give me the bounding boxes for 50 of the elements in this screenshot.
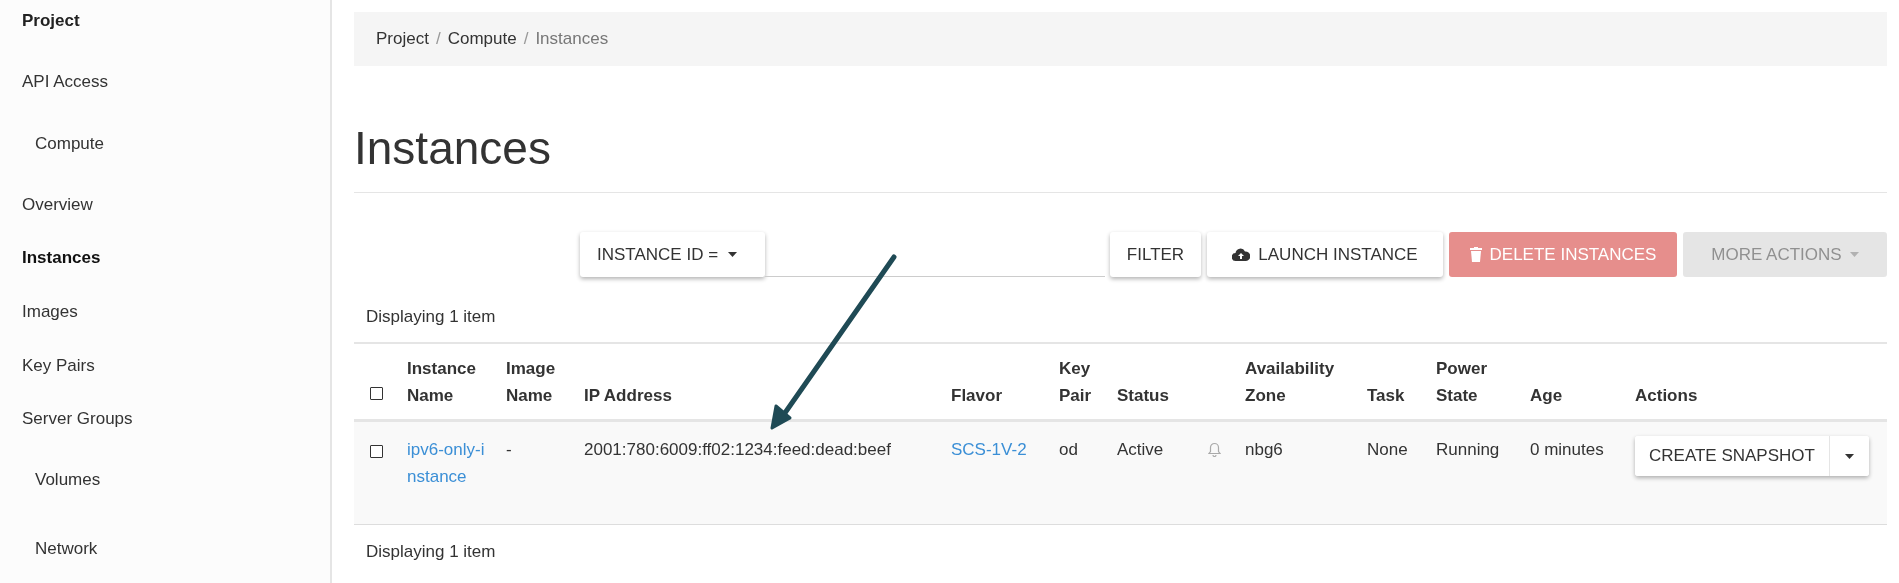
sidebar-section[interactable]: Network (22, 535, 98, 562)
sidebar-section[interactable]: Compute (22, 130, 104, 157)
column-header: Key Pair (1059, 359, 1092, 405)
sidebar-section[interactable]: Volumes (22, 467, 101, 493)
column-header: Image Name (506, 359, 556, 405)
trash-icon (1469, 247, 1482, 262)
breadcrumb-current: Instances (535, 28, 609, 51)
column-header: Instance Name (407, 359, 476, 405)
column-header: Task (1367, 386, 1405, 405)
sidebar-item[interactable]: Overview (22, 191, 93, 218)
table-cell-text: Active (1117, 439, 1164, 461)
dropdown-toggle[interactable] (1828, 436, 1869, 476)
sidebar-item[interactable]: Server Groups (22, 406, 133, 432)
table-cell-text: od (1059, 439, 1078, 461)
breadcrumb-link[interactable]: Compute (447, 26, 517, 52)
column-header: Flavor (951, 386, 1003, 405)
column-header: Actions (1635, 386, 1698, 405)
toolbar-button[interactable]: LAUNCH INSTANCE (1207, 232, 1443, 277)
sidebar-heading: Project (22, 9, 80, 32)
toolbar-button[interactable]: FILTER (1110, 232, 1201, 277)
sidebar-item[interactable]: Images (22, 298, 78, 325)
checkbox[interactable] (370, 445, 383, 458)
caret-icon (1844, 453, 1854, 459)
breadcrumb-link[interactable]: Project (376, 26, 429, 52)
checkbox[interactable] (370, 386, 383, 400)
column-header: Availability Zone (1245, 359, 1335, 405)
sidebar-item[interactable]: Key Pairs (22, 352, 95, 379)
column-header: Status (1117, 386, 1169, 405)
create-snapshot-button[interactable]: CREATE SNAPSHOT (1635, 436, 1829, 476)
caret-icon (728, 252, 738, 257)
column-header: Age (1530, 386, 1563, 405)
caret-icon (1849, 252, 1859, 257)
filter-dropdown[interactable]: INSTANCE ID = (580, 232, 765, 277)
breadcrumb-separator: / (434, 28, 442, 51)
breadcrumb-separator: / (522, 28, 530, 51)
column-header: IP Address (584, 386, 672, 405)
column-header: Power State (1436, 359, 1488, 405)
sidebar-item[interactable]: Instances (22, 245, 101, 271)
sidebar-item[interactable]: API Access (22, 69, 108, 95)
table-cell-text: nbg6 (1245, 439, 1283, 461)
cloud-upload-icon (1232, 247, 1251, 262)
table-cell-text: None (1367, 439, 1408, 461)
table-cell-text: - (506, 439, 512, 461)
page-title: Instances (354, 121, 551, 176)
table-cell-text: 2001:780:6009:ff02:1234:feed:dead:beef (584, 439, 891, 461)
table-cell-text: Running (1436, 439, 1500, 461)
table-cell-text: 0 minutes (1530, 439, 1604, 461)
bell-icon[interactable] (1208, 442, 1221, 457)
item-count: Displaying 1 item (366, 306, 496, 328)
item-count: Displaying 1 item (366, 541, 496, 563)
